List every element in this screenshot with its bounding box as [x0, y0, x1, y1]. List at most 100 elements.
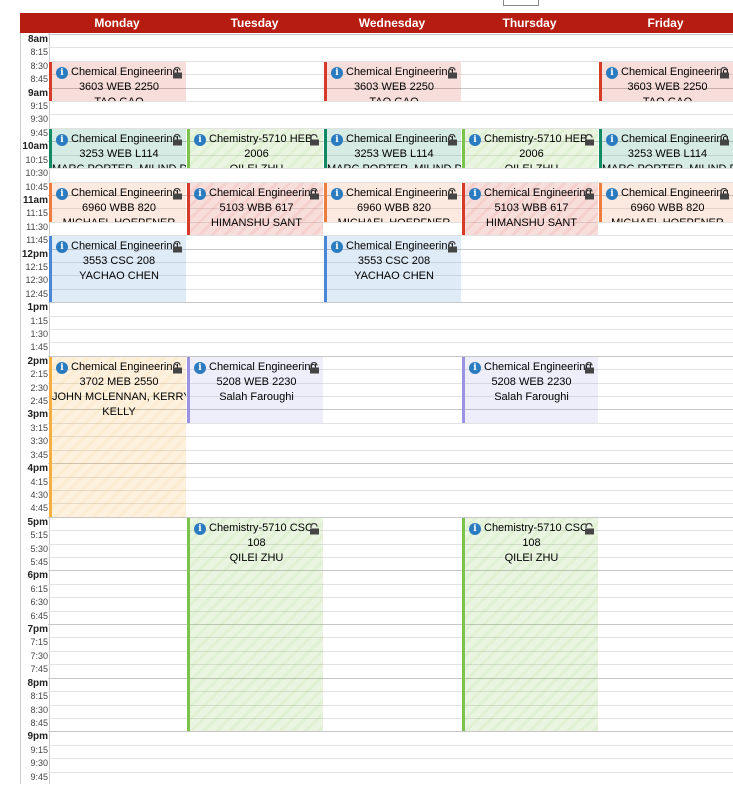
info-icon[interactable]: i — [606, 66, 618, 79]
grid-line — [48, 530, 733, 532]
lock-icon[interactable] — [171, 133, 183, 146]
time-label: 7:30 — [30, 650, 48, 661]
time-label: 9:45 — [30, 771, 48, 782]
time-label: 2pm — [27, 355, 48, 367]
lock-icon[interactable] — [718, 133, 730, 146]
info-icon[interactable]: i — [331, 133, 343, 146]
time-label: 7:15 — [30, 637, 48, 648]
lock-icon[interactable] — [446, 187, 458, 199]
grid-line — [48, 758, 733, 760]
lock-icon[interactable] — [171, 240, 183, 253]
class-event[interactable]: i Chemical Engineering 5103 WBB 617 HIMANSH… — [187, 182, 323, 236]
info-icon[interactable]: i — [469, 187, 481, 200]
lock-icon[interactable] — [583, 361, 595, 374]
time-label: 11:15 — [26, 208, 48, 219]
lock-icon[interactable] — [718, 187, 730, 199]
class-event[interactable]: i Chemical Engineering 5103 WBB 617 HIMANSH… — [462, 182, 598, 236]
info-icon[interactable]: i — [194, 522, 206, 535]
event-details: 108 QILEI ZHU — [465, 536, 598, 566]
class-event[interactable]: iChemical Engineering 6960 WBB 820 MICHAEL… — [324, 182, 461, 222]
event-detail-line: JOHN MCLENNAN, KERRY — [52, 390, 186, 403]
time-label: 1:15 — [30, 315, 48, 326]
time-label: 9:15 — [30, 101, 48, 112]
event-detail-line: 2006 — [519, 147, 544, 160]
lock-icon[interactable] — [308, 522, 320, 535]
grid-line — [48, 597, 733, 599]
grid-line — [48, 637, 733, 639]
lock-icon[interactable] — [308, 361, 320, 374]
event-details: 5103 WBB 617 HIMANSHU SANT — [465, 201, 598, 231]
class-event[interactable]: i Chemistry-5710 CSC 108 QILEI ZHU — [462, 517, 598, 732]
class-event[interactable]: i Chemical Engineering 5208 WEB 2230 Salah … — [462, 356, 598, 423]
lock-icon[interactable] — [583, 133, 595, 146]
time-label: 7pm — [27, 624, 48, 636]
event-detail-line: 5208 WEB 2230 — [216, 375, 297, 388]
class-event[interactable]: iChemical Engineering 3603 WEB 2250 TAO GA… — [599, 61, 733, 102]
lock-icon[interactable] — [583, 522, 595, 535]
info-icon[interactable]: i — [469, 133, 481, 146]
info-icon[interactable]: i — [56, 187, 68, 200]
event-detail-line: 3603 WEB 2250 — [353, 80, 435, 93]
info-icon[interactable]: i — [606, 133, 618, 146]
grid-line — [48, 744, 733, 746]
info-icon[interactable]: i — [56, 361, 68, 374]
class-event[interactable]: iChemical Engineering 3253 WEB L114 MARC P… — [324, 128, 461, 169]
class-event[interactable]: iChemical Engineering 6960 WBB 820 MICHAEL… — [49, 182, 186, 222]
info-icon[interactable]: i — [194, 133, 206, 146]
event-details: 2006 QILEI ZHU — [465, 147, 598, 168]
time-label: 8:45 — [30, 717, 48, 728]
grid-line — [48, 101, 733, 103]
time-label: 9:45 — [30, 127, 48, 138]
time-label: 6:15 — [30, 583, 48, 594]
class-event[interactable]: i Chemical Engineering 3553 CSC 208 YACHAO … — [324, 236, 461, 303]
info-icon[interactable]: i — [469, 361, 481, 374]
info-icon[interactable]: i — [331, 66, 343, 79]
info-icon[interactable]: i — [331, 187, 343, 200]
info-icon[interactable]: i — [56, 133, 68, 146]
lock-icon[interactable] — [583, 187, 595, 199]
lock-icon[interactable] — [171, 361, 183, 374]
lock-icon[interactable] — [308, 187, 320, 199]
event-title: Chemical Engineering — [209, 360, 317, 373]
lock-icon[interactable] — [308, 133, 320, 146]
info-icon[interactable]: i — [194, 361, 206, 374]
lock-icon[interactable] — [446, 240, 458, 253]
lock-icon[interactable] — [446, 133, 458, 146]
info-icon[interactable]: i — [331, 241, 343, 254]
class-event[interactable]: iChemistry-5710 HEB 2006 QILEI ZHU — [462, 128, 598, 169]
class-event[interactable]: i Chemical Engineering 3553 CSC 208 YACHAO … — [49, 236, 186, 303]
class-event[interactable]: iChemistry-5710 HEB 2006 QILEI ZHU — [187, 128, 323, 169]
event-detail-line: TAO GAO — [327, 95, 461, 101]
class-event[interactable]: iChemical Engineering 3603 WEB 2250 TAO GA… — [49, 61, 186, 102]
time-label: 8:30 — [30, 704, 48, 715]
time-label: 10:15 — [25, 154, 48, 165]
event-details: 6960 WBB 820 MICHAEL HOEPFNER — [327, 201, 461, 222]
event-details: 3253 WEB L114 MARC PORTER, MILIND DEO — [602, 147, 733, 168]
info-icon[interactable]: i — [194, 187, 206, 200]
lock-icon[interactable] — [446, 66, 458, 79]
time-label: 10:30 — [25, 168, 48, 179]
time-label: 4pm — [27, 463, 48, 475]
event-title: Chemical Engineering — [621, 186, 729, 199]
info-icon[interactable]: i — [56, 66, 68, 79]
event-details: 3702 MEB 2550 JOHN MCLENNAN, KERRY KELLY — [52, 375, 186, 420]
info-icon[interactable]: i — [56, 241, 68, 254]
info-icon[interactable]: i — [606, 187, 618, 200]
lock-icon[interactable] — [171, 187, 183, 199]
class-event[interactable]: i Chemical Engineering 3702 MEB 2550 JOHN M… — [49, 356, 186, 517]
class-event[interactable]: i Chemistry-5710 CSC 108 QILEI ZHU — [187, 517, 323, 732]
event-detail-line: 3553 CSC 208 — [357, 255, 431, 268]
time-label: 4:30 — [30, 489, 48, 500]
class-event[interactable]: iChemical Engineering 3253 WEB L114 MARC P… — [599, 128, 733, 169]
tab-handle[interactable] — [503, 0, 539, 6]
class-event[interactable]: iChemical Engineering 3253 WEB L114 MARC P… — [49, 128, 186, 169]
class-event[interactable]: iChemical Engineering 3603 WEB 2250 TAO GA… — [324, 61, 461, 102]
info-icon[interactable]: i — [469, 522, 481, 535]
event-details: 3253 WEB L114 MARC PORTER, MILIND DEO — [52, 147, 186, 168]
event-title: Chemistry-5710 CSC — [209, 521, 313, 534]
class-event[interactable]: iChemical Engineering 6960 WBB 820 MICHAEL… — [599, 182, 733, 222]
lock-icon[interactable] — [171, 66, 183, 79]
lock-icon[interactable] — [718, 66, 730, 79]
event-detail-line: 3553 CSC 208 — [82, 255, 156, 268]
class-event[interactable]: i Chemical Engineering 5208 WEB 2230 Salah … — [187, 356, 323, 423]
